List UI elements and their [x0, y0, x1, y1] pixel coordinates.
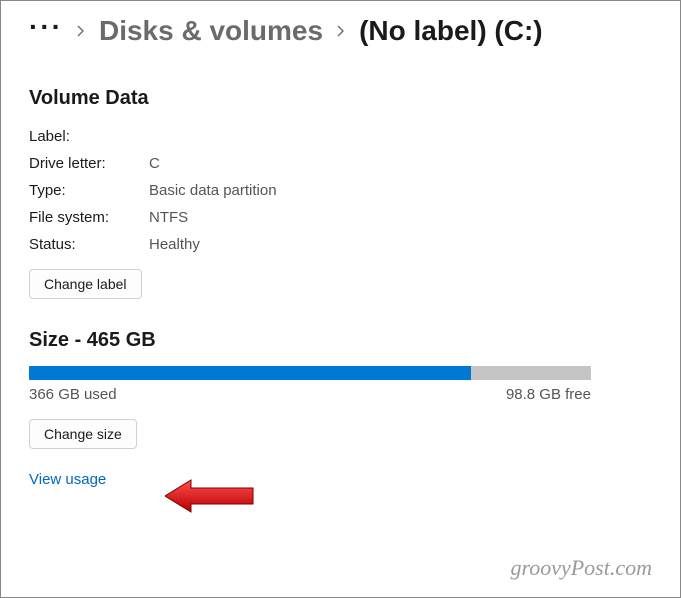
breadcrumb-more-icon[interactable]: ··· — [29, 13, 63, 49]
size-progress-bar — [29, 366, 591, 380]
file-system-key: File system: — [29, 209, 149, 226]
volume-data-grid: Label: Drive letter: C Type: Basic data … — [29, 128, 652, 253]
file-system-value: NTFS — [149, 209, 652, 226]
watermark: groovyPost.com — [510, 555, 652, 581]
type-value: Basic data partition — [149, 182, 652, 199]
size-free-text: 98.8 GB free — [506, 386, 591, 403]
size-progress-fill — [29, 366, 471, 380]
label-key: Label: — [29, 128, 149, 145]
chevron-right-icon — [329, 22, 353, 40]
size-title: Size - 465 GB — [29, 329, 652, 352]
breadcrumb: ··· Disks & volumes (No label) (C:) — [29, 13, 652, 49]
drive-letter-value: C — [149, 155, 652, 172]
change-size-button[interactable]: Change size — [29, 419, 137, 449]
status-key: Status: — [29, 236, 149, 253]
size-used-text: 366 GB used — [29, 386, 117, 403]
breadcrumb-current: (No label) (C:) — [359, 17, 543, 45]
change-label-button[interactable]: Change label — [29, 269, 142, 299]
size-section: Size - 465 GB 366 GB used 98.8 GB free C… — [29, 329, 652, 489]
breadcrumb-disks-volumes[interactable]: Disks & volumes — [99, 17, 323, 45]
status-value: Healthy — [149, 236, 652, 253]
view-usage-link[interactable]: View usage — [29, 471, 106, 488]
type-key: Type: — [29, 182, 149, 199]
drive-letter-key: Drive letter: — [29, 155, 149, 172]
volume-data-title: Volume Data — [29, 87, 652, 110]
label-value — [149, 128, 652, 145]
chevron-right-icon — [69, 22, 93, 40]
